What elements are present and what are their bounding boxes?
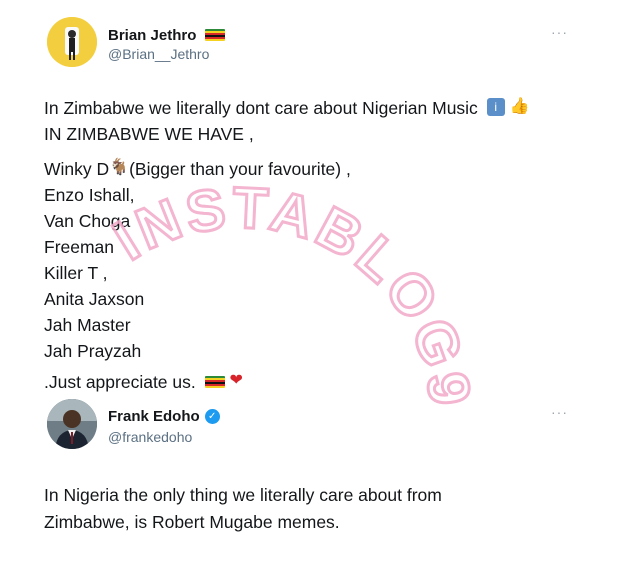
avatar-brian-jethro[interactable]	[47, 17, 97, 67]
thumbs-up-icon: 👍	[509, 98, 530, 116]
display-name[interactable]: Frank Edoho ✓	[108, 408, 220, 425]
tweet-line: Jah Master	[44, 315, 131, 335]
tweet-line: Freeman	[44, 237, 115, 257]
user-handle[interactable]: @Brian__Jethro	[108, 46, 209, 62]
more-options-icon[interactable]: ···	[551, 24, 568, 40]
tweet-line: Winky D🐐(Bigger than your favourite) ,	[44, 159, 351, 179]
tweet-line: In Nigeria the only thing we literally c…	[44, 485, 442, 505]
user-handle[interactable]: @frankedoho	[108, 429, 192, 445]
verified-badge-icon: ✓	[204, 409, 220, 424]
tweet-line: Jah Prayzah	[44, 341, 142, 361]
more-options-icon[interactable]: ···	[551, 404, 568, 420]
tweet-line: Zimbabwe, is Robert Mugabe memes.	[44, 512, 340, 532]
tweet-text: In Nigeria the only thing we literally c…	[44, 482, 604, 536]
avatar-frank-edoho[interactable]	[47, 399, 97, 449]
tweet-line: Killer T ,	[44, 263, 108, 283]
tweet-line: IN ZIMBABWE WE HAVE ,	[44, 124, 254, 144]
tweet-line: Van Choga	[44, 211, 131, 231]
tweet-line: In Zimbabwe we literally dont care about…	[44, 98, 530, 118]
goat-icon: 🐐	[109, 159, 130, 177]
tweet-line: Enzo Ishall,	[44, 185, 135, 205]
tweet-line: Anita Jaxson	[44, 289, 145, 309]
display-name[interactable]: Brian Jethro	[108, 27, 226, 44]
zimbabwe-flag-icon	[205, 28, 226, 41]
tweet-card-brian-jethro[interactable]: Brian Jethro @Brian__Jethro ··· In Zimba…	[0, 0, 640, 392]
info-square-icon: i	[486, 98, 505, 117]
tweet-text: In Zimbabwe we literally dont care about…	[44, 95, 529, 395]
tweet-card-frank-edoho[interactable]: Frank Edoho ✓ @frankedoho ··· In Nigeria…	[0, 388, 640, 564]
zimbabwe-flag-icon	[204, 376, 225, 389]
